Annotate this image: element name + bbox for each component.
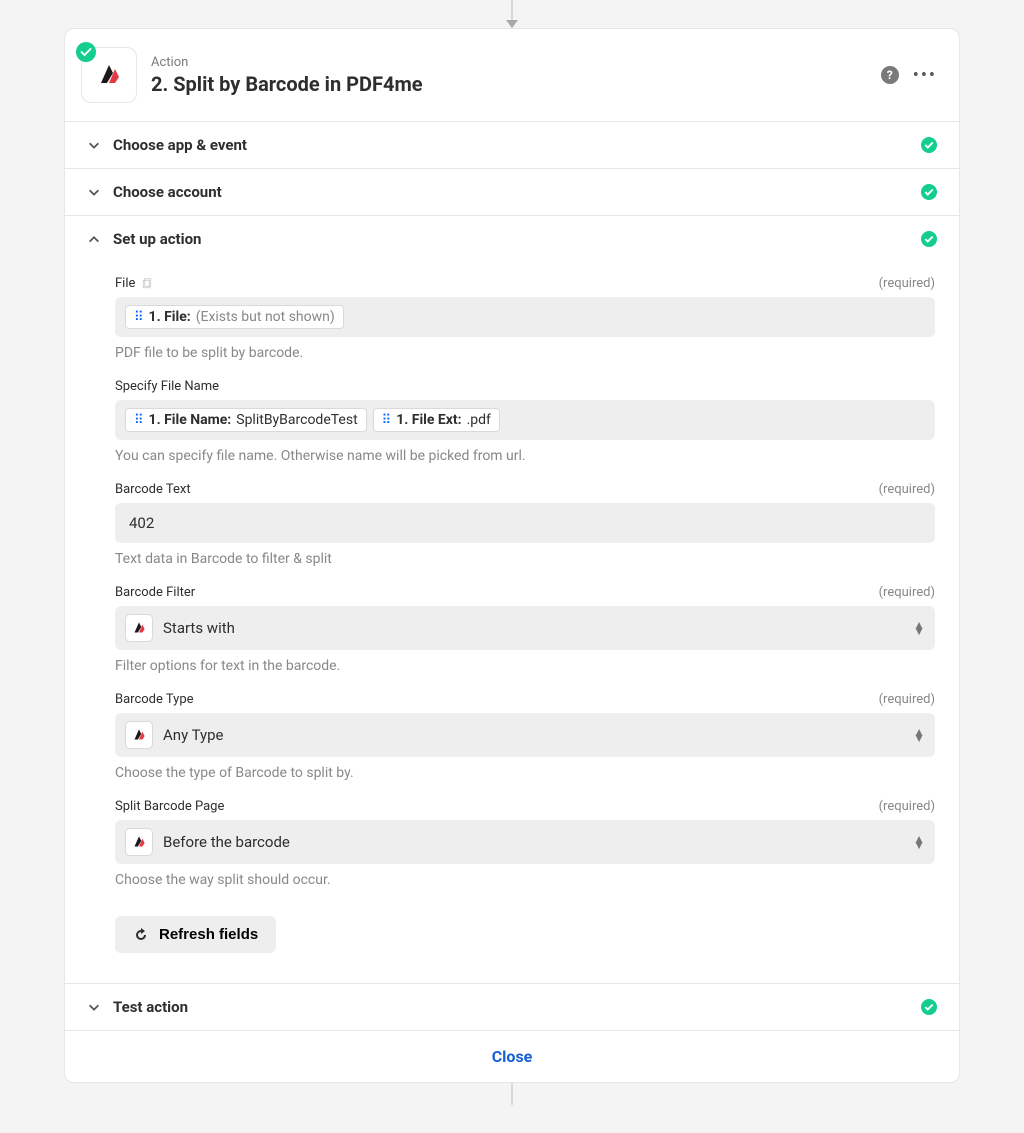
refresh-label: Refresh fields xyxy=(159,926,258,943)
copy-icon[interactable] xyxy=(141,278,153,290)
select-caret-icon: ▲▼ xyxy=(913,836,925,848)
action-card: Action 2. Split by Barcode in PDF4me ? •… xyxy=(64,28,960,1083)
section-app-event[interactable]: Choose app & event xyxy=(65,122,959,168)
pill-value: (Exists but not shown) xyxy=(196,309,335,325)
pdf4me-icon xyxy=(93,59,125,91)
dropbox-icon: ⠿ xyxy=(134,413,144,428)
close-button[interactable]: Close xyxy=(65,1030,959,1082)
section-label: Choose account xyxy=(113,183,909,201)
help-icon[interactable]: ? xyxy=(881,66,899,84)
section-test[interactable]: Test action xyxy=(65,984,959,1030)
app-mini-icon xyxy=(125,828,153,856)
section-label: Choose app & event xyxy=(113,136,909,154)
field-label: File xyxy=(115,276,135,291)
field-help: Choose the way split should occur. xyxy=(115,872,935,888)
select-caret-icon: ▲▼ xyxy=(913,729,925,741)
chevron-down-icon xyxy=(87,185,101,199)
field-label: Specify File Name xyxy=(115,379,219,394)
barcode-text-input[interactable]: 402 xyxy=(115,503,935,543)
field-barcode-type: Barcode Type (required) Any Type ▲▼ Choo… xyxy=(115,692,935,781)
refresh-icon xyxy=(133,927,149,943)
field-required: (required) xyxy=(879,799,935,814)
filename-input[interactable]: ⠿ 1. File Name: SplitByBarcodeTest ⠿ 1. … xyxy=(115,400,935,440)
select-value: Before the barcode xyxy=(163,833,903,851)
file-input[interactable]: ⠿ 1. File: (Exists but not shown) xyxy=(115,297,935,337)
app-icon xyxy=(81,47,137,103)
more-menu-icon[interactable]: ••• xyxy=(913,65,937,86)
chevron-up-icon xyxy=(87,232,101,246)
filename-pill-2[interactable]: ⠿ 1. File Ext: .pdf xyxy=(373,408,500,432)
field-required: (required) xyxy=(879,585,935,600)
header-title: 2. Split by Barcode in PDF4me xyxy=(151,72,867,96)
split-page-select[interactable]: Before the barcode ▲▼ xyxy=(115,820,935,864)
field-help: Filter options for text in the barcode. xyxy=(115,658,935,674)
pill-label: 1. File Ext: xyxy=(396,412,461,428)
header-kicker: Action xyxy=(151,55,867,70)
status-check-badge xyxy=(76,42,96,62)
barcode-filter-select[interactable]: Starts with ▲▼ xyxy=(115,606,935,650)
pdf4me-icon xyxy=(130,726,148,744)
pill-value: .pdf xyxy=(467,412,491,428)
connector-line-bottom xyxy=(511,1083,513,1105)
filename-pill-1[interactable]: ⠿ 1. File Name: SplitByBarcodeTest xyxy=(125,408,367,432)
arrow-down-icon xyxy=(506,20,518,28)
field-label: Barcode Type xyxy=(115,692,194,707)
field-required: (required) xyxy=(879,692,935,707)
input-value: 402 xyxy=(125,512,158,534)
pill-label: 1. File: xyxy=(149,309,191,325)
section-status-icon xyxy=(921,999,937,1015)
dropbox-icon: ⠿ xyxy=(134,310,144,325)
section-setup[interactable]: Set up action xyxy=(65,216,959,262)
card-header: Action 2. Split by Barcode in PDF4me ? •… xyxy=(65,29,959,121)
field-label: Barcode Text xyxy=(115,482,191,497)
check-icon xyxy=(80,46,92,58)
field-file: File (required) ⠿ 1. File: (Exists but n… xyxy=(115,276,935,361)
dropbox-icon: ⠿ xyxy=(382,413,392,428)
section-status-icon xyxy=(921,231,937,247)
section-status-icon xyxy=(921,137,937,153)
connector-line-top xyxy=(511,0,513,22)
section-status-icon xyxy=(921,184,937,200)
app-mini-icon xyxy=(125,721,153,749)
field-help: Choose the type of Barcode to split by. xyxy=(115,765,935,781)
select-caret-icon: ▲▼ xyxy=(913,622,925,634)
section-label: Set up action xyxy=(113,230,909,248)
section-account[interactable]: Choose account xyxy=(65,169,959,215)
pill-label: 1. File Name: xyxy=(149,412,232,428)
field-help: Text data in Barcode to filter & split xyxy=(115,551,935,567)
field-barcode-text: Barcode Text (required) 402 Text data in… xyxy=(115,482,935,567)
field-required: (required) xyxy=(879,482,935,497)
select-value: Starts with xyxy=(163,619,903,637)
pdf4me-icon xyxy=(130,619,148,637)
chevron-down-icon xyxy=(87,138,101,152)
field-help: PDF file to be split by barcode. xyxy=(115,345,935,361)
select-value: Any Type xyxy=(163,726,903,744)
field-help: You can specify file name. Otherwise nam… xyxy=(115,448,935,464)
field-split-page: Split Barcode Page (required) Before the… xyxy=(115,799,935,888)
refresh-fields-button[interactable]: Refresh fields xyxy=(115,916,276,953)
field-filename: Specify File Name ⠿ 1. File Name: SplitB… xyxy=(115,379,935,464)
chevron-down-icon xyxy=(87,1000,101,1014)
field-label: Split Barcode Page xyxy=(115,799,224,814)
barcode-type-select[interactable]: Any Type ▲▼ xyxy=(115,713,935,757)
file-pill[interactable]: ⠿ 1. File: (Exists but not shown) xyxy=(125,305,344,329)
app-mini-icon xyxy=(125,614,153,642)
pill-value: SplitByBarcodeTest xyxy=(236,412,357,428)
pdf4me-icon xyxy=(130,833,148,851)
field-barcode-filter: Barcode Filter (required) Starts with ▲▼… xyxy=(115,585,935,674)
setup-body: File (required) ⠿ 1. File: (Exists but n… xyxy=(65,262,959,983)
field-required: (required) xyxy=(879,276,935,291)
field-label: Barcode Filter xyxy=(115,585,195,600)
section-label: Test action xyxy=(113,998,909,1016)
